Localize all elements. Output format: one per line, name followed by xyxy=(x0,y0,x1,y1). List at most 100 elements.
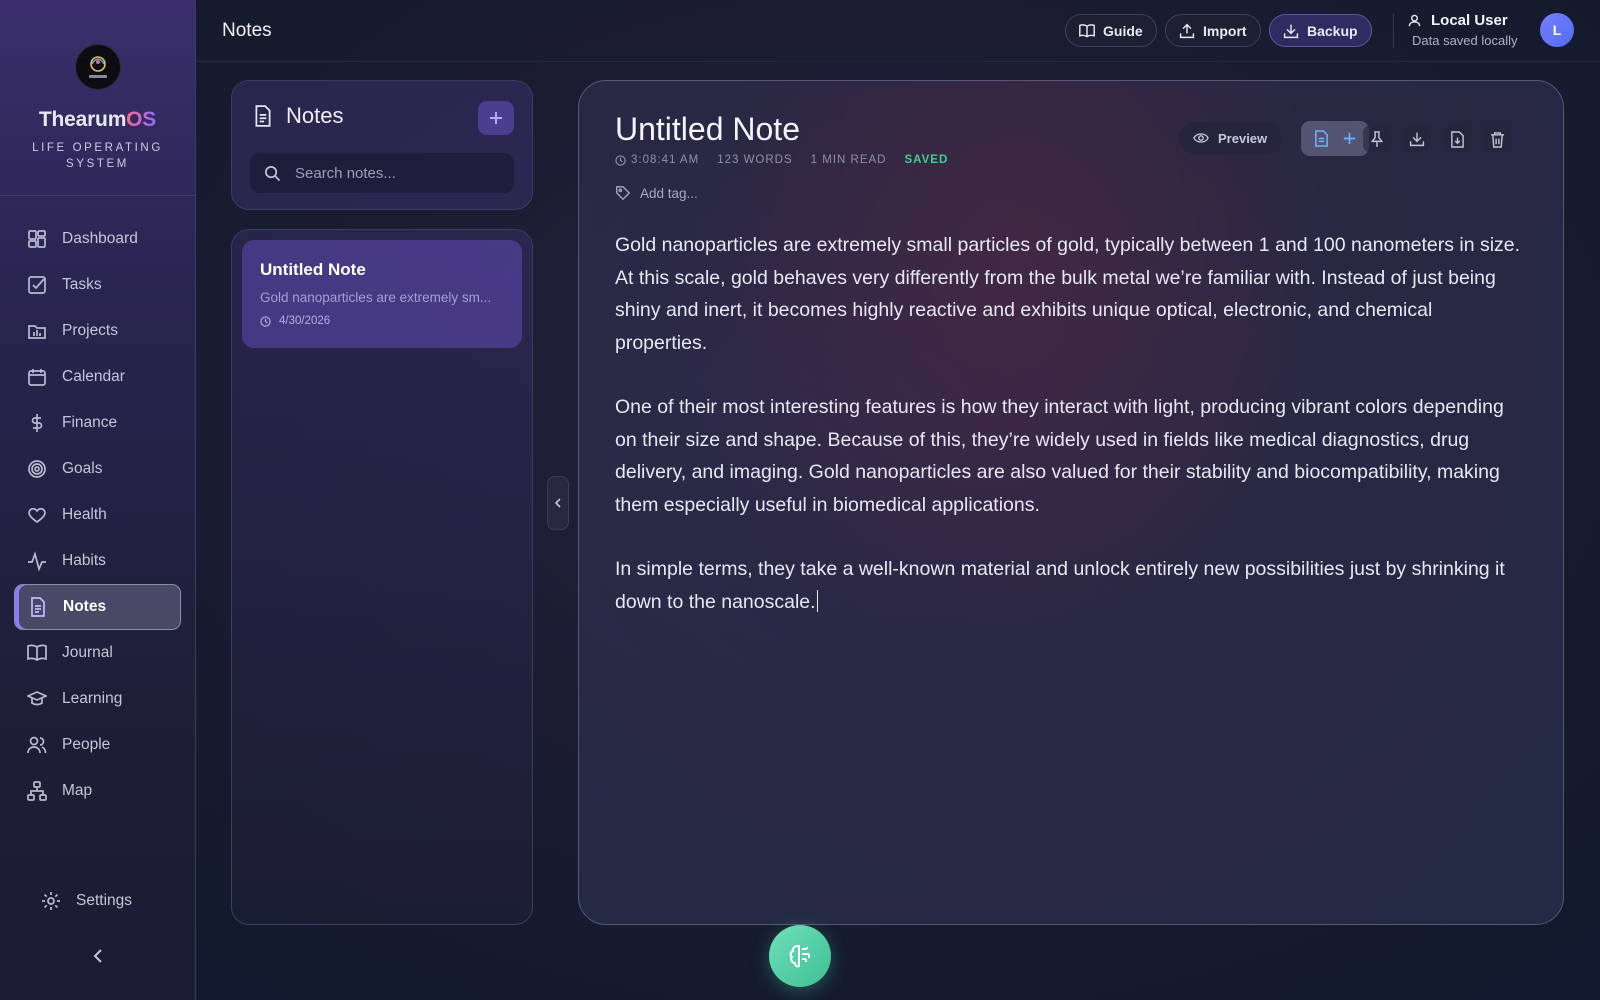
sidebar: ThearumOS LIFE OPERATING SYSTEM Dashboar… xyxy=(0,0,196,1000)
user-info[interactable]: Local User Data saved locally xyxy=(1408,12,1518,48)
tag-icon xyxy=(616,186,631,201)
note-word-count: 123 WORDS xyxy=(717,154,793,166)
import-button[interactable]: Import xyxy=(1165,14,1261,47)
sidebar-item-label: Dashboard xyxy=(62,230,138,247)
note-title[interactable]: Untitled Note xyxy=(615,111,800,148)
sidebar-item-map[interactable]: Map xyxy=(14,768,181,814)
import-label: Import xyxy=(1203,22,1247,39)
projects-icon xyxy=(26,320,48,342)
clock-icon xyxy=(260,315,271,327)
note-paragraph: Gold nanoparticles are extremely small p… xyxy=(615,234,1521,354)
delete-button[interactable] xyxy=(1483,125,1511,153)
sidebar-item-projects[interactable]: Projects xyxy=(14,308,181,354)
search-input[interactable]: Search notes... xyxy=(250,153,514,193)
notes-icon xyxy=(255,105,271,127)
eye-icon xyxy=(1193,133,1209,143)
sidebar-item-label: Calendar xyxy=(62,368,125,385)
collapse-sidebar-button[interactable] xyxy=(86,944,110,968)
file-download-icon xyxy=(1450,130,1464,148)
notes-panel-header: Notes Search notes... xyxy=(231,80,533,210)
tasks-icon xyxy=(26,274,48,296)
sidebar-item-label: People xyxy=(62,736,111,753)
add-note-button[interactable] xyxy=(478,101,514,135)
note-list-item[interactable]: Untitled Note Gold nanoparticles are ext… xyxy=(242,240,522,348)
save-status: SAVED xyxy=(904,154,949,166)
note-paragraph-last: In simple terms, they take a well-known … xyxy=(615,558,1505,613)
sidebar-item-label: Habits xyxy=(62,552,106,569)
sidebar-nav: Dashboard Tasks Projects Calendar Financ… xyxy=(0,216,195,814)
app-logo[interactable] xyxy=(74,44,121,90)
note-meta: 3:08:41 AM 123 WORDS 1 MIN READ SAVED xyxy=(615,154,966,166)
calendar-icon xyxy=(26,366,48,388)
preview-button[interactable]: Preview xyxy=(1179,122,1282,154)
note-item-title: Untitled Note xyxy=(260,260,366,279)
export-button[interactable] xyxy=(1403,125,1431,153)
sidebar-item-learning[interactable]: Learning xyxy=(14,676,181,722)
note-editor: Untitled Note 3:08:41 AM 123 WORDS 1 MIN… xyxy=(578,80,1564,925)
pin-button[interactable] xyxy=(1363,125,1391,153)
sidebar-item-label: Finance xyxy=(62,414,118,431)
brand-tagline: LIFE OPERATING SYSTEM xyxy=(32,142,163,170)
sidebar-item-habits[interactable]: Habits xyxy=(14,538,181,584)
brain-icon xyxy=(789,945,810,968)
notes-panel-title: Notes xyxy=(252,103,343,129)
people-icon xyxy=(26,734,48,756)
note-item-preview: Gold nanoparticles are extremely sm... xyxy=(260,290,492,305)
heart-icon xyxy=(26,504,48,526)
user-name: Local User xyxy=(1408,12,1518,29)
sidebar-item-label: Settings xyxy=(76,892,133,909)
dashboard-icon xyxy=(26,228,48,250)
sidebar-item-journal[interactable]: Journal xyxy=(14,630,181,676)
sidebar-item-settings[interactable]: Settings xyxy=(28,878,196,924)
book-icon xyxy=(26,642,48,664)
sidebar-item-finance[interactable]: Finance xyxy=(14,400,181,446)
file-text-icon xyxy=(1314,130,1328,147)
dollar-icon xyxy=(26,412,48,434)
sidebar-item-tasks[interactable]: Tasks xyxy=(14,262,181,308)
activity-icon xyxy=(26,550,48,572)
sidebar-item-label: Health xyxy=(62,506,107,523)
sidebar-item-label: Notes xyxy=(63,598,107,615)
clock-icon xyxy=(615,154,626,166)
note-paragraph: One of their most interesting features i… xyxy=(615,396,1504,516)
sidebar-item-notes[interactable]: Notes xyxy=(14,584,181,630)
note-read-time: 1 MIN READ xyxy=(810,154,887,166)
chevron-left-icon xyxy=(93,949,102,963)
backup-button[interactable]: Backup xyxy=(1269,14,1372,47)
sidebar-item-label: Learning xyxy=(62,690,123,707)
ai-assistant-button[interactable] xyxy=(769,925,831,987)
text-caret xyxy=(816,589,819,612)
top-bar: Notes Guide Import Backup Local User Dat… xyxy=(196,0,1600,62)
plus-icon xyxy=(490,112,502,124)
avatar[interactable]: L xyxy=(1540,13,1574,47)
search-icon xyxy=(265,165,281,181)
brand-block: ThearumOS LIFE OPERATING SYSTEM xyxy=(0,0,195,196)
notes-list: Untitled Note Gold nanoparticles are ext… xyxy=(231,229,533,925)
sidebar-item-label: Journal xyxy=(62,644,113,661)
collapse-list-button[interactable] xyxy=(547,476,569,530)
topbar-divider xyxy=(1393,14,1394,48)
template-button[interactable] xyxy=(1314,130,1329,147)
add-tag-input[interactable]: Add tag... xyxy=(615,185,698,201)
graduation-cap-icon xyxy=(26,688,48,710)
download-icon xyxy=(1283,24,1299,38)
insert-button[interactable] xyxy=(1342,131,1357,146)
sidebar-item-goals[interactable]: Goals xyxy=(14,446,181,492)
guide-button[interactable]: Guide xyxy=(1065,14,1157,47)
sidebar-item-people[interactable]: People xyxy=(14,722,181,768)
sitemap-icon xyxy=(26,780,48,802)
pin-icon xyxy=(1370,130,1384,147)
notes-icon xyxy=(27,596,49,618)
sidebar-item-label: Tasks xyxy=(62,276,102,293)
sidebar-item-label: Projects xyxy=(62,322,118,339)
search-placeholder: Search notes... xyxy=(295,164,396,182)
sidebar-item-health[interactable]: Health xyxy=(14,492,181,538)
target-icon xyxy=(26,458,48,480)
logo-icon xyxy=(88,56,107,78)
note-body[interactable]: Gold nanoparticles are extremely small p… xyxy=(615,229,1525,650)
sidebar-item-dashboard[interactable]: Dashboard xyxy=(14,216,181,262)
save-file-button[interactable] xyxy=(1443,125,1471,153)
sidebar-item-calendar[interactable]: Calendar xyxy=(14,354,181,400)
template-tool-group xyxy=(1301,121,1369,156)
note-time: 3:08:41 AM xyxy=(631,154,700,166)
